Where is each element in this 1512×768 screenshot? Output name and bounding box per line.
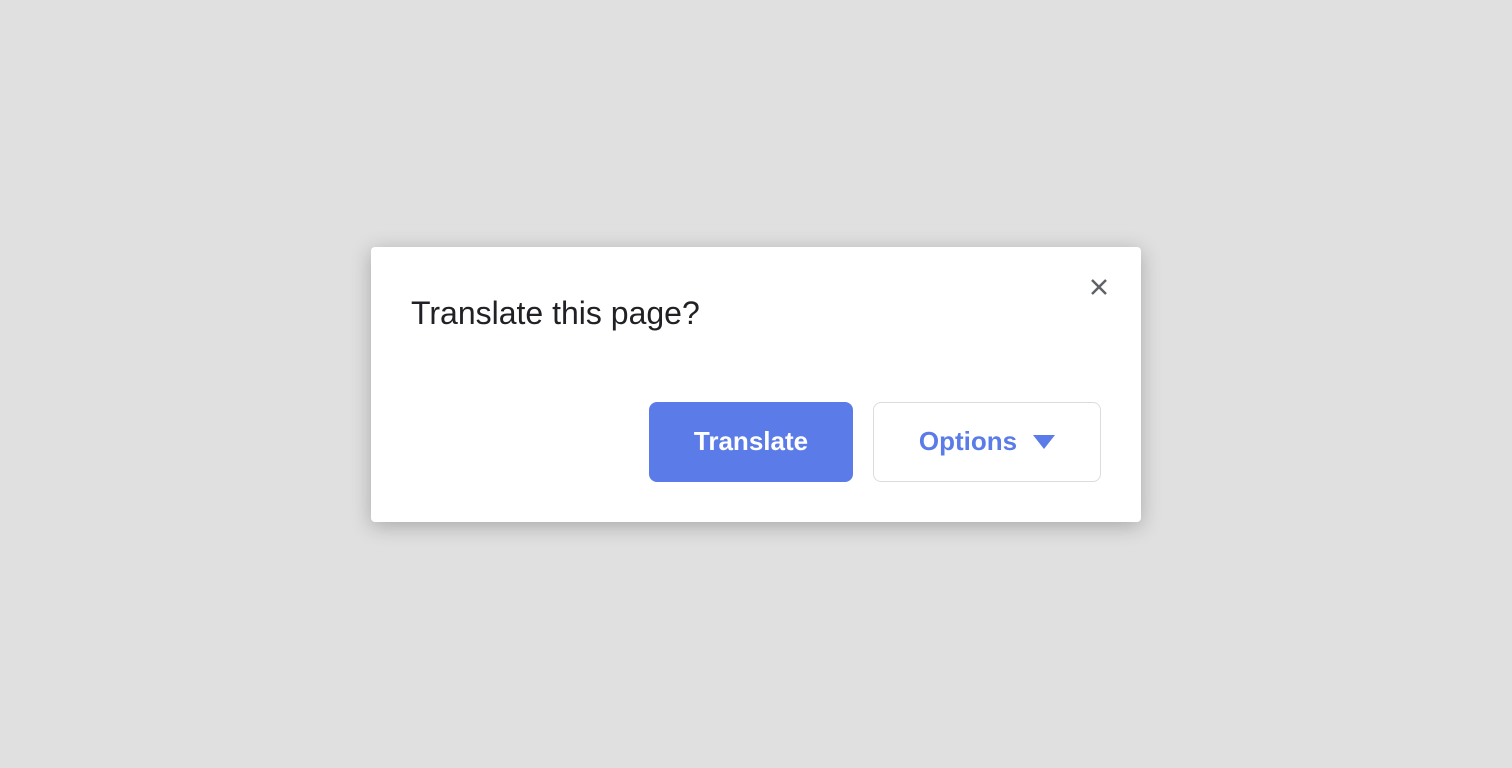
- options-button[interactable]: Options: [873, 402, 1101, 482]
- options-button-label: Options: [919, 426, 1017, 457]
- translate-button-label: Translate: [694, 426, 808, 457]
- close-button[interactable]: [1079, 269, 1119, 309]
- dialog-title: Translate this page?: [411, 295, 1101, 332]
- translate-button[interactable]: Translate: [649, 402, 853, 482]
- close-icon: [1087, 275, 1111, 302]
- translate-dialog: Translate this page? Translate Options: [371, 247, 1141, 522]
- button-row: Translate Options: [411, 402, 1101, 482]
- chevron-down-icon: [1033, 435, 1055, 449]
